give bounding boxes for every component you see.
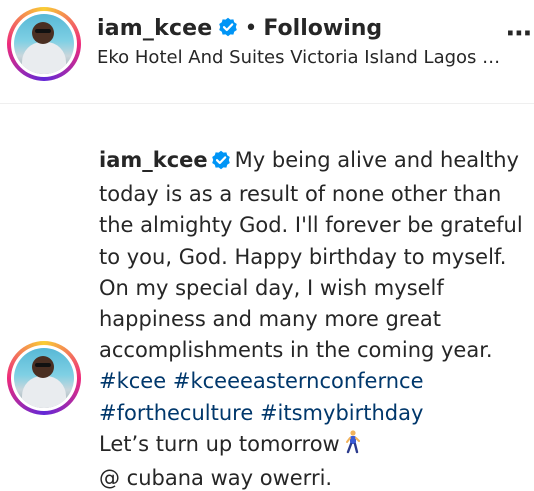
profile-photo	[14, 348, 74, 408]
location-link[interactable]: Eko Hotel And Suites Victoria Island Lag…	[97, 47, 507, 68]
hashtag-link[interactable]: #fortheculture	[99, 401, 253, 425]
caption-text: My being alive and healthy today is as a…	[99, 148, 523, 363]
verified-badge-icon	[211, 148, 231, 179]
caption-line: Let’s turn up tomorrow	[99, 431, 340, 456]
username-link[interactable]: iam_kcee	[97, 16, 212, 41]
caption-username-link[interactable]: iam_kcee	[99, 148, 208, 172]
caption-line: @ cubana way owerri.	[99, 466, 333, 491]
verified-badge-icon	[218, 17, 238, 41]
separator-dot: •	[244, 15, 258, 41]
profile-photo	[14, 14, 74, 74]
ellipsis-icon[interactable]: ⋯	[506, 21, 533, 47]
post-header: iam_kcee • Following Eko Hotel And Suite…	[0, 0, 534, 104]
following-button[interactable]: Following	[263, 16, 382, 41]
caption-avatar[interactable]	[7, 341, 81, 415]
header-user-line: iam_kcee • Following	[97, 13, 382, 43]
person-walking-icon	[344, 430, 362, 463]
hashtag-link[interactable]: #kcee	[99, 369, 166, 393]
avatar[interactable]	[7, 7, 81, 81]
post-caption: iam_kcee My being alive and healthy today…	[99, 145, 529, 491]
hashtag-link[interactable]: #itsmybirthday	[260, 401, 423, 425]
hashtag-link[interactable]: #kceeeasternconfernce	[173, 369, 424, 393]
